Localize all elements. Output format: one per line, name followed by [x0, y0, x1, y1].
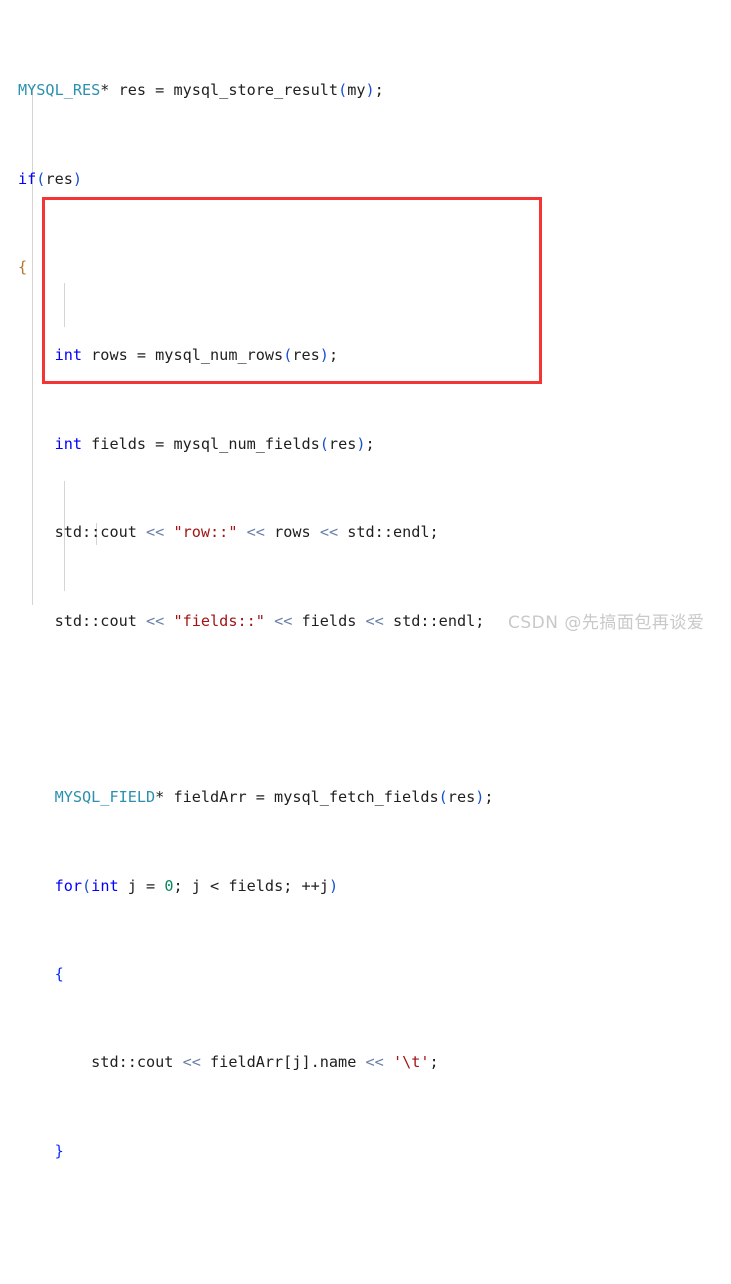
- brace-token: {: [18, 258, 28, 277]
- stream-operator: <<: [146, 523, 165, 542]
- code-line: {: [18, 256, 494, 278]
- brace-token: }: [54, 1141, 64, 1160]
- type-token: MYSQL_FIELD: [54, 788, 156, 807]
- char-literal: '\t': [392, 1053, 430, 1072]
- code-line: int fields = mysql_num_fields(res);: [54, 434, 375, 453]
- string-literal: "row::": [173, 523, 238, 542]
- number-literal: 0: [164, 876, 174, 895]
- stream-operator: <<: [319, 523, 339, 542]
- stream-operator: <<: [365, 1053, 384, 1072]
- string-literal: "fields::": [173, 611, 265, 630]
- stream-operator: <<: [365, 611, 384, 630]
- code-line: int rows = mysql_num_rows(res);: [54, 346, 339, 365]
- keyword-token: int: [54, 434, 83, 453]
- code-line: if(res): [18, 169, 83, 188]
- brace-token: {: [54, 965, 64, 984]
- code-editor-surface: MYSQL_RES* res = mysql_store_result(my);…: [0, 0, 731, 1160]
- code-line: std::cout << "row::" << rows << std::end…: [54, 523, 439, 542]
- code-line: }: [18, 1140, 494, 1162]
- stream-operator: <<: [246, 523, 265, 542]
- code-line: {: [18, 963, 494, 985]
- type-token: MYSQL_RES: [18, 81, 101, 100]
- keyword-token: int: [91, 876, 119, 895]
- keyword-token: int: [54, 346, 83, 365]
- code-line: MYSQL_RES* res = mysql_store_result(my);: [18, 81, 384, 100]
- keyword-token: for: [54, 876, 83, 895]
- code-line: MYSQL_FIELD* fieldArr = mysql_fetch_fiel…: [54, 788, 494, 807]
- code-line: std::cout << fieldArr[j].name << '\t';: [91, 1053, 439, 1072]
- code-line: for(int j = 0; j < fields; ++j): [54, 876, 339, 895]
- stream-operator: <<: [274, 611, 293, 630]
- keyword-token: if: [18, 169, 37, 188]
- code-line: std::cout << "fields::" << fields << std…: [54, 611, 485, 630]
- stream-operator: <<: [146, 611, 165, 630]
- code-block[interactable]: MYSQL_RES* res = mysql_store_result(my);…: [18, 13, 494, 1284]
- stream-operator: <<: [182, 1053, 201, 1072]
- watermark-text: CSDN @先搞面包再谈爱: [508, 613, 705, 633]
